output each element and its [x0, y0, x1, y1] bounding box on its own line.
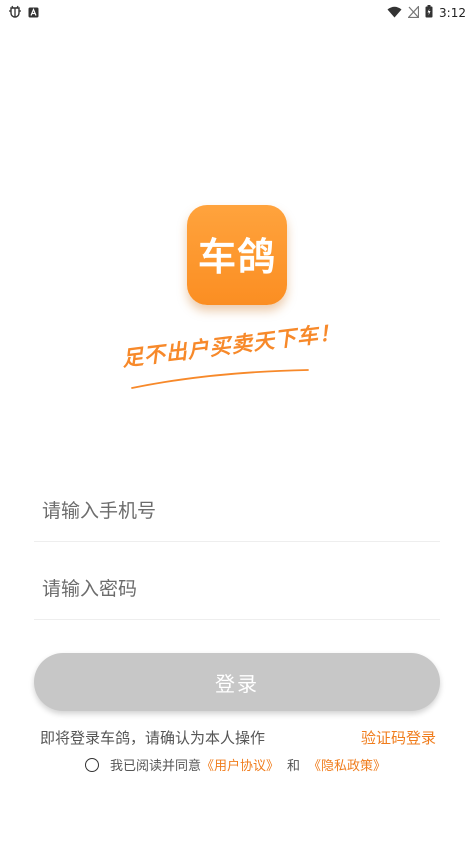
slogan-underline-swoosh	[131, 369, 309, 389]
agreement-and: 和	[287, 759, 301, 774]
bug-notification-icon	[8, 3, 22, 22]
app-logo-text: 车鸽	[197, 234, 276, 279]
wifi-icon	[387, 3, 402, 22]
status-bar: 3:12	[0, 0, 474, 22]
status-left	[8, 3, 39, 22]
status-time: 3:12	[439, 5, 466, 20]
no-signal-icon	[407, 3, 420, 22]
sms-login-link[interactable]: 验证码登录	[361, 727, 436, 748]
accessibility-a-icon	[28, 3, 39, 22]
agree-radio[interactable]	[85, 757, 99, 772]
login-hint-text: 即将登录车鸽，请确认为本人操作	[40, 729, 266, 747]
user-agreement-link[interactable]: 《用户协议》	[201, 755, 279, 774]
slogan: 足不出户买卖天下车！	[120, 320, 342, 371]
phone-input[interactable]	[40, 481, 438, 541]
phone-input-row	[34, 481, 440, 542]
login-button[interactable]: 登录	[34, 653, 440, 711]
status-right: 3:12	[387, 3, 466, 22]
agreement-row: 我已阅读并同意 《用户协议》 和 《隐私政策》	[85, 755, 386, 774]
privacy-policy-link[interactable]: 《隐私政策》	[308, 755, 386, 774]
password-input-row	[34, 559, 440, 620]
battery-icon	[425, 3, 433, 22]
agreement-prefix: 我已阅读并同意	[110, 759, 202, 774]
app-logo: 车鸽	[187, 205, 287, 305]
password-input[interactable]	[40, 559, 438, 619]
